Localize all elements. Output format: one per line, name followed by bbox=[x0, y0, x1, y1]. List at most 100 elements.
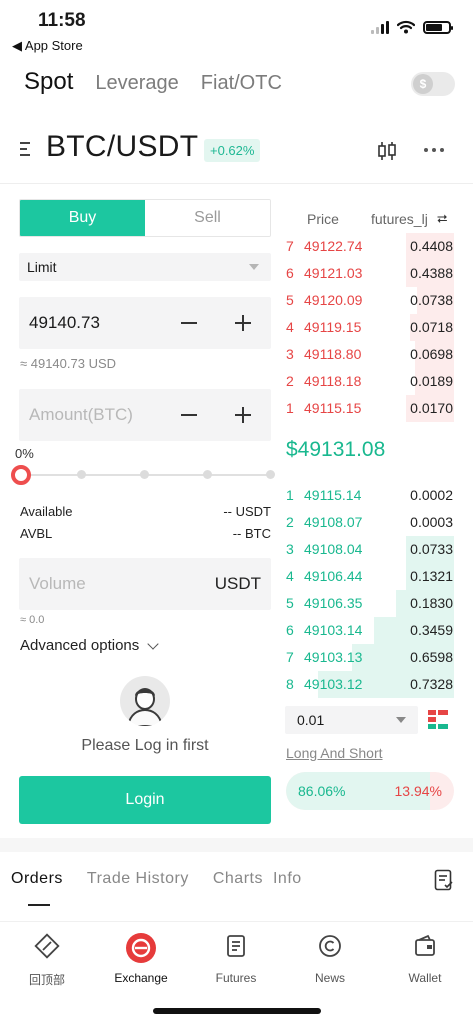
tab-charts[interactable]: Charts bbox=[213, 870, 263, 888]
tabbar-exchange[interactable]: Exchange bbox=[101, 932, 181, 985]
advanced-options-toggle[interactable]: Advanced options bbox=[20, 637, 159, 654]
chevron-down-icon bbox=[147, 637, 159, 650]
currency-toggle[interactable]: $ bbox=[411, 72, 455, 96]
tab-spot[interactable]: Spot bbox=[24, 68, 73, 96]
row-price: 49103.14 bbox=[304, 622, 363, 638]
bid-row[interactable]: 1 49115.14 0.0002 bbox=[284, 482, 454, 509]
row-amount: 0.0718 bbox=[410, 319, 453, 335]
slider-tick[interactable] bbox=[203, 470, 212, 479]
ask-row[interactable]: 5 49120.09 0.0738 bbox=[284, 287, 454, 314]
bottom-tab-bar: 回顶部 Exchange Futures News Wallet bbox=[0, 921, 473, 989]
row-amount: 0.7328 bbox=[410, 676, 453, 692]
row-price: 49118.80 bbox=[304, 346, 362, 362]
slider-handle[interactable] bbox=[11, 465, 31, 485]
ask-row[interactable]: 7 49122.74 0.4408 bbox=[284, 233, 454, 260]
pair-title[interactable]: BTC/USDT bbox=[46, 130, 198, 164]
dropdown-arrow-icon bbox=[249, 264, 259, 270]
amount-field[interactable]: Amount(BTC) bbox=[19, 389, 271, 441]
row-index: 4 bbox=[286, 568, 294, 584]
long-percent: 86.06% bbox=[298, 783, 346, 799]
tabbar-label: Exchange bbox=[114, 971, 168, 985]
candlestick-chart-icon[interactable] bbox=[376, 140, 398, 162]
price-field[interactable]: 49140.73 bbox=[19, 297, 271, 349]
amount-placeholder: Amount(BTC) bbox=[29, 405, 133, 424]
section-separator bbox=[0, 838, 473, 852]
slider-tick[interactable] bbox=[140, 470, 149, 479]
pair-change-badge: +0.62% bbox=[204, 139, 261, 162]
depth-select[interactable]: 0.01 bbox=[285, 706, 418, 734]
avbl-label: AVBL bbox=[20, 526, 53, 541]
tabbar-news[interactable]: News bbox=[290, 932, 370, 985]
row-amount: 0.1830 bbox=[410, 595, 453, 611]
long-and-short-link[interactable]: Long And Short bbox=[286, 745, 383, 761]
bid-row[interactable]: 3 49108.04 0.0733 bbox=[284, 536, 454, 563]
row-price: 49115.14 bbox=[304, 487, 362, 503]
tabbar-back-to-top[interactable]: 回顶部 bbox=[7, 932, 87, 988]
ask-row[interactable]: 2 49118.18 0.0189 bbox=[284, 368, 454, 395]
tabbar-futures[interactable]: Futures bbox=[196, 932, 276, 985]
tab-info[interactable]: Info bbox=[273, 870, 302, 888]
available-value: -- USDT bbox=[223, 504, 271, 519]
row-price: 49121.03 bbox=[304, 265, 363, 281]
slider-tick[interactable] bbox=[77, 470, 86, 479]
row-index: 4 bbox=[286, 319, 294, 335]
bid-row[interactable]: 2 49108.07 0.0003 bbox=[284, 509, 454, 536]
row-amount: 0.0170 bbox=[410, 400, 453, 416]
order-records-icon[interactable] bbox=[434, 869, 454, 891]
row-index: 2 bbox=[286, 514, 294, 530]
volume-field[interactable]: Volume USDT bbox=[19, 558, 271, 610]
login-hint: Please Log in first bbox=[81, 737, 209, 754]
row-index: 1 bbox=[286, 400, 294, 416]
swap-icon[interactable]: ⮂ bbox=[437, 211, 447, 227]
order-type-select[interactable]: Limit bbox=[19, 253, 271, 281]
tab-trade-history[interactable]: Trade History bbox=[87, 870, 189, 888]
row-price: 49106.44 bbox=[304, 568, 363, 584]
row-amount: 0.4408 bbox=[410, 238, 453, 254]
more-icon[interactable] bbox=[424, 148, 444, 152]
volume-placeholder: Volume bbox=[29, 574, 86, 593]
bid-row[interactable]: 5 49106.35 0.1830 bbox=[284, 590, 454, 617]
row-price: 49108.04 bbox=[304, 541, 363, 557]
tabbar-label: News bbox=[314, 971, 345, 985]
orderbook-user-header: futures_lj bbox=[371, 211, 428, 227]
dollar-icon: $ bbox=[413, 74, 433, 94]
header-divider bbox=[0, 183, 473, 184]
row-price: 49103.12 bbox=[304, 676, 363, 692]
tabbar-label: Wallet bbox=[408, 971, 442, 985]
login-button[interactable]: Login bbox=[19, 776, 271, 824]
row-index: 8 bbox=[286, 676, 294, 692]
amount-minus-icon[interactable] bbox=[181, 414, 197, 416]
bid-row[interactable]: 8 49103.12 0.7328 bbox=[284, 671, 454, 698]
last-price: $49131.08 bbox=[286, 438, 386, 461]
ask-row[interactable]: 1 49115.15 0.0170 bbox=[284, 395, 454, 422]
bid-row[interactable]: 4 49106.44 0.1321 bbox=[284, 563, 454, 590]
back-to-app-store[interactable]: ◀ App Store bbox=[12, 38, 83, 54]
tab-leverage[interactable]: Leverage bbox=[95, 72, 178, 95]
price-minus-icon[interactable] bbox=[181, 322, 197, 324]
tabbar-label: 回顶部 bbox=[28, 973, 65, 987]
long-short-bar: 86.06% 13.94% bbox=[286, 772, 454, 810]
sell-tab[interactable]: Sell bbox=[145, 200, 270, 236]
tab-orders[interactable]: Orders bbox=[11, 870, 63, 888]
tab-fiat-otc[interactable]: Fiat/OTC bbox=[201, 72, 282, 95]
row-index: 6 bbox=[286, 622, 294, 638]
orderbook-layout-icon[interactable] bbox=[427, 709, 449, 731]
volume-approx: ≈ 0.0 bbox=[20, 614, 45, 626]
buy-tab[interactable]: Buy bbox=[20, 200, 145, 236]
bid-row[interactable]: 7 49103.13 0.6598 bbox=[284, 644, 454, 671]
row-amount: 0.0698 bbox=[410, 346, 453, 362]
ask-row[interactable]: 6 49121.03 0.4388 bbox=[284, 260, 454, 287]
volume-unit: USDT bbox=[214, 574, 261, 593]
tabbar-wallet[interactable]: Wallet bbox=[385, 932, 465, 985]
avatar bbox=[120, 676, 170, 726]
ask-row[interactable]: 4 49119.15 0.0718 bbox=[284, 314, 454, 341]
slider-tick[interactable] bbox=[266, 470, 275, 479]
row-index: 7 bbox=[286, 238, 294, 254]
row-index: 3 bbox=[286, 541, 294, 557]
pair-menu-icon[interactable] bbox=[20, 142, 34, 160]
market-type-tabs: Spot Leverage Fiat/OTC bbox=[24, 68, 282, 96]
ask-row[interactable]: 3 49118.80 0.0698 bbox=[284, 341, 454, 368]
bid-row[interactable]: 6 49103.14 0.3459 bbox=[284, 617, 454, 644]
row-price: 49118.18 bbox=[304, 373, 362, 389]
wallet-icon bbox=[415, 934, 435, 956]
